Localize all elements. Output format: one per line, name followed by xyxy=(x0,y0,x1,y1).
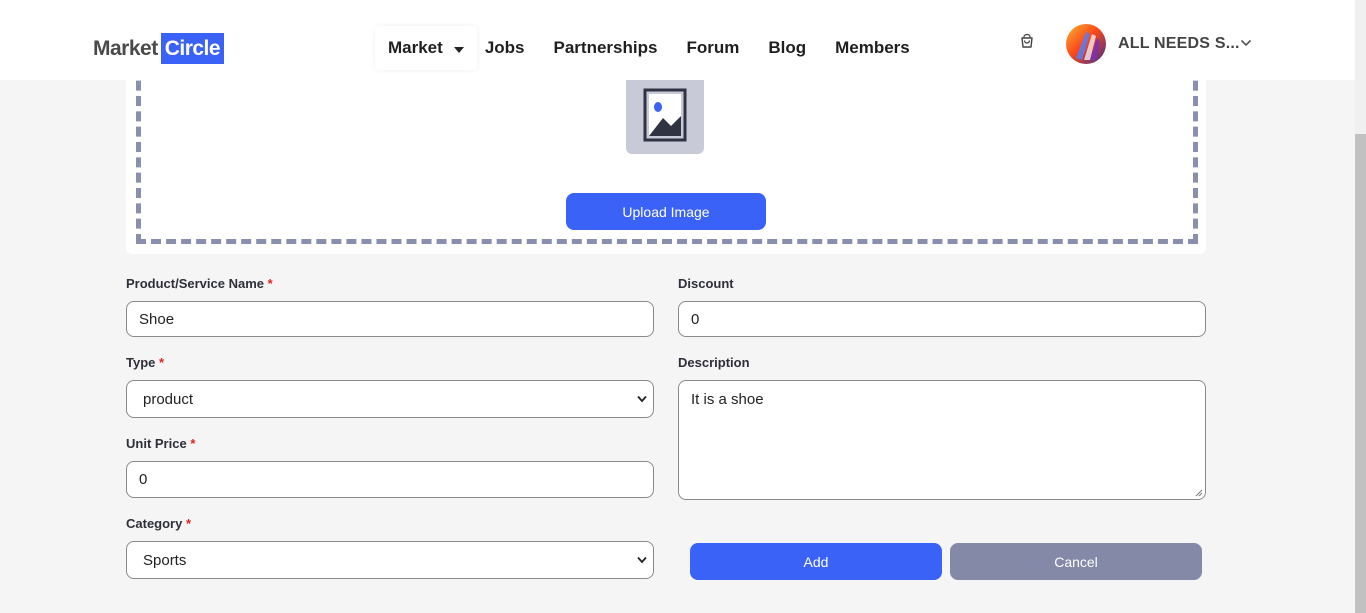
category-select-value: Sports xyxy=(143,551,187,569)
description-label: Description xyxy=(678,355,750,370)
top-navbar: Market Circle Market Jobs Partnerships F… xyxy=(0,0,1355,80)
product-name-label-text: Product/Service Name xyxy=(126,276,265,291)
type-label-text: Type xyxy=(126,355,156,370)
shopping-bag-icon[interactable] xyxy=(1019,33,1035,49)
user-name[interactable]: ALL NEEDS S... xyxy=(1118,35,1240,53)
discount-value: 0 xyxy=(691,310,700,328)
required-marker: * xyxy=(190,436,196,451)
scrollbar-thumb[interactable] xyxy=(1355,134,1366,613)
discount-input[interactable]: 0 xyxy=(678,301,1206,337)
chevron-down-icon xyxy=(637,556,647,564)
description-label-text: Description xyxy=(678,355,750,370)
upload-image-button[interactable]: Upload Image xyxy=(566,193,766,230)
description-textarea[interactable]: It is a shoe xyxy=(678,380,1206,500)
logo-text-circle: Circle xyxy=(160,33,225,64)
type-select-value: product xyxy=(143,390,194,408)
category-label: Category * xyxy=(126,516,191,531)
unit-price-value: 0 xyxy=(139,471,148,488)
nav-forum[interactable]: Forum xyxy=(686,38,739,58)
user-avatar[interactable] xyxy=(1066,24,1106,64)
discount-label-text: Discount xyxy=(678,276,734,291)
logo-text-market: Market xyxy=(93,36,158,60)
nav-market-dropdown[interactable]: Market xyxy=(375,26,477,70)
type-label: Type * xyxy=(126,355,164,370)
description-value: It is a shoe xyxy=(691,391,764,408)
category-label-text: Category xyxy=(126,516,183,531)
required-marker: * xyxy=(159,355,165,370)
caret-down-icon xyxy=(453,46,464,53)
product-name-label: Product/Service Name * xyxy=(126,276,273,291)
nav-blog[interactable]: Blog xyxy=(768,38,806,58)
nav-members[interactable]: Members xyxy=(835,38,910,58)
product-name-input[interactable]: Shoe xyxy=(126,301,654,337)
main-nav: Market Jobs Partnerships Forum Blog Memb… xyxy=(375,26,939,70)
nav-market-label: Market xyxy=(388,38,443,57)
required-marker: * xyxy=(185,516,192,531)
required-marker: * xyxy=(267,276,273,291)
product-name-value: Shoe xyxy=(139,310,175,328)
add-button[interactable]: Add xyxy=(690,543,942,580)
page-scrollbar[interactable] xyxy=(1355,0,1366,613)
market-circle-logo[interactable]: Market Circle xyxy=(93,33,225,64)
nav-partnerships[interactable]: Partnerships xyxy=(554,38,658,58)
chevron-down-icon xyxy=(637,395,647,403)
unit-price-input[interactable]: 0 xyxy=(126,461,654,498)
unit-price-label: Unit Price * xyxy=(126,436,195,451)
image-icon xyxy=(626,75,704,154)
discount-label: Discount xyxy=(678,276,734,291)
category-select[interactable]: Sports xyxy=(126,541,654,579)
type-select[interactable]: product xyxy=(126,380,654,418)
chevron-down-icon[interactable] xyxy=(1240,38,1252,48)
unit-price-label-text: Unit Price xyxy=(126,436,187,451)
resize-handle-icon[interactable] xyxy=(1195,489,1203,497)
cancel-button[interactable]: Cancel xyxy=(950,543,1202,580)
nav-jobs[interactable]: Jobs xyxy=(485,38,525,58)
